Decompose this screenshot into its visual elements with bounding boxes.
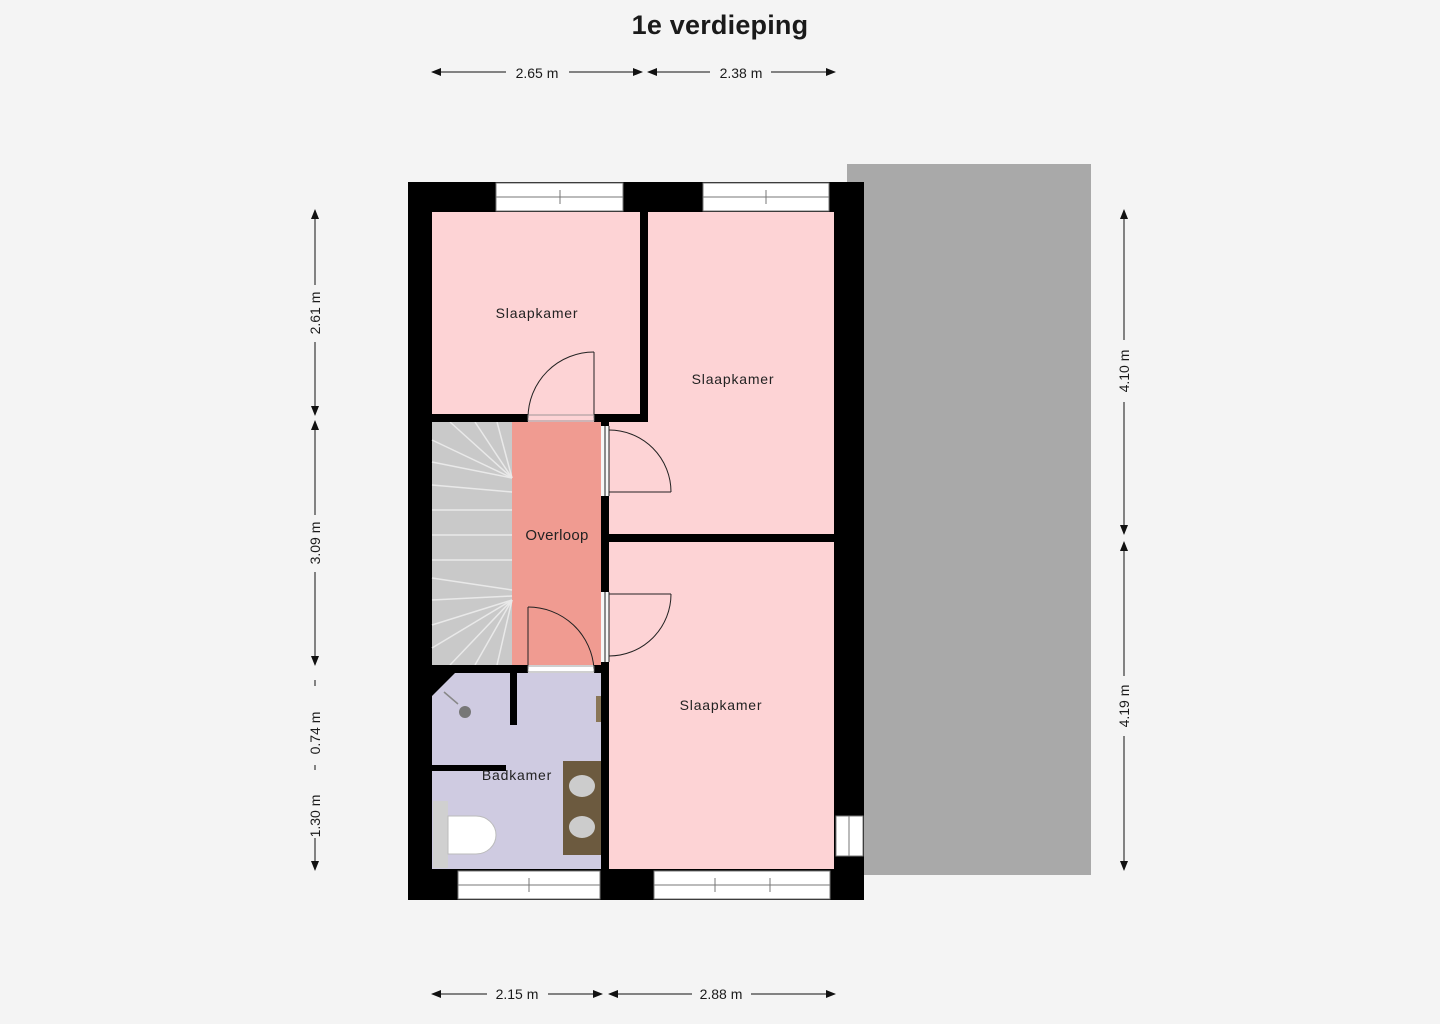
room-label-bathroom: Badkamer	[482, 767, 552, 783]
shower-drain-icon	[459, 706, 471, 718]
room-label-landing: Overloop	[525, 527, 588, 544]
adjacent-roof	[847, 164, 1091, 875]
dim-bottom-right: 2.88 m	[700, 986, 743, 1002]
room-label-bedroom-3: Slaapkamer	[680, 697, 763, 713]
dim-left-middle: 3.09 m	[307, 522, 323, 565]
dim-bottom-left: 2.15 m	[496, 986, 539, 1002]
floor-plan: Slaapkamer Slaapkamer Slaapkamer Overloo…	[307, 65, 1132, 1002]
toilet-tank-icon	[433, 801, 448, 868]
dim-top-left: 2.65 m	[516, 65, 559, 81]
dim-top-right: 2.38 m	[720, 65, 763, 81]
dim-right-lower: 4.19 m	[1116, 685, 1132, 728]
room-label-bedroom-2: Slaapkamer	[692, 371, 775, 387]
dim-right-upper: 4.10 m	[1116, 350, 1132, 393]
dim-left-lower: 1.30 m	[307, 795, 323, 838]
bedroom-right-upper-strip	[609, 422, 648, 534]
dim-left-small: 0.74 m	[307, 712, 323, 755]
dim-left-upper: 2.61 m	[307, 292, 323, 335]
room-label-bedroom-1: Slaapkamer	[496, 305, 579, 321]
toilet-icon	[447, 815, 497, 855]
